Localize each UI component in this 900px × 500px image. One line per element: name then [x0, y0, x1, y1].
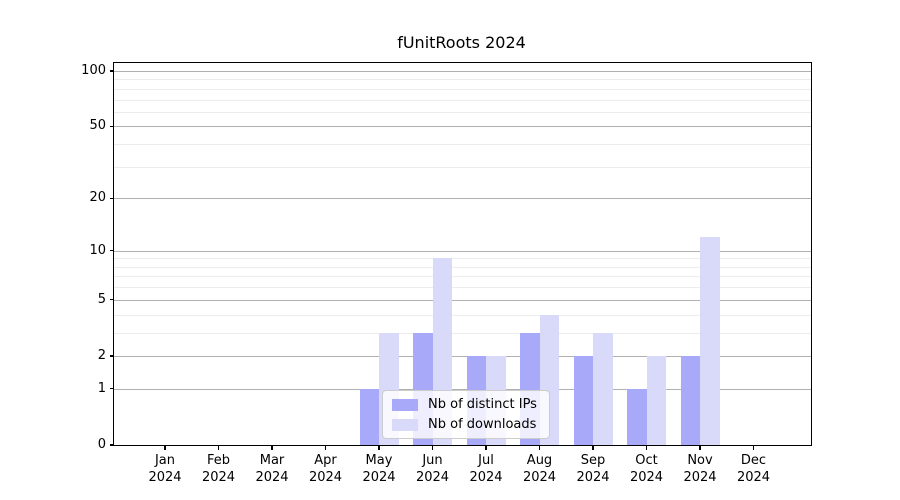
- y-axis-tick-label: 10: [60, 242, 106, 260]
- y-tick-mark: [110, 70, 115, 71]
- x-label-year: 2024: [724, 469, 784, 486]
- x-tick-mark: [218, 445, 219, 450]
- x-axis-tick-label: Apr2024: [296, 452, 356, 486]
- x-label-month: Oct: [617, 452, 677, 469]
- legend-label-distinct-ips: Nb of distinct IPs: [428, 397, 537, 412]
- gridline-major: [114, 126, 811, 127]
- gridline-minor: [114, 112, 811, 113]
- x-label-year: 2024: [617, 469, 677, 486]
- x-label-year: 2024: [135, 469, 195, 486]
- x-tick-mark: [539, 445, 540, 450]
- x-label-year: 2024: [670, 469, 730, 486]
- bar-distinct-ips: [360, 389, 380, 445]
- x-tick-mark: [271, 445, 272, 450]
- y-tick-mark: [110, 250, 115, 251]
- gridline-minor: [114, 144, 811, 145]
- x-tick-mark: [592, 445, 593, 450]
- gridline-major: [114, 198, 811, 199]
- bar-distinct-ips: [627, 389, 647, 445]
- x-label-month: Apr: [296, 452, 356, 469]
- x-axis-tick-label: Nov2024: [670, 452, 730, 486]
- x-label-year: 2024: [563, 469, 623, 486]
- x-label-year: 2024: [510, 469, 570, 486]
- bar-downloads: [593, 333, 613, 445]
- x-tick-mark: [646, 445, 647, 450]
- legend-swatch-downloads: [392, 419, 418, 431]
- x-axis-tick-label: Oct2024: [617, 452, 677, 486]
- y-tick-mark: [110, 299, 115, 300]
- x-axis-tick-label: Jan2024: [135, 452, 195, 486]
- x-tick-mark: [432, 445, 433, 450]
- y-axis-tick-label: 1: [60, 380, 106, 398]
- x-label-month: Sep: [563, 452, 623, 469]
- bar-downloads: [700, 237, 720, 445]
- x-label-month: May: [349, 452, 409, 469]
- plot-area: Nb of distinct IPs Nb of downloads 01251…: [113, 62, 812, 446]
- x-label-month: Dec: [724, 452, 784, 469]
- x-label-month: Jan: [135, 452, 195, 469]
- gridline-minor: [114, 167, 811, 168]
- y-axis-tick-label: 20: [60, 189, 106, 207]
- x-label-year: 2024: [456, 469, 516, 486]
- x-tick-mark: [485, 445, 486, 450]
- gridline-major: [114, 71, 811, 72]
- gridline-minor: [114, 79, 811, 80]
- gridline-minor: [114, 89, 811, 90]
- x-tick-mark: [164, 445, 165, 450]
- x-label-year: 2024: [242, 469, 302, 486]
- x-label-year: 2024: [189, 469, 249, 486]
- y-axis-tick-label: 0: [60, 436, 106, 454]
- y-axis-tick-label: 100: [60, 62, 106, 80]
- legend-item-distinct-ips: Nb of distinct IPs: [392, 397, 537, 412]
- x-axis-tick-label: May2024: [349, 452, 409, 486]
- x-axis-tick-label: Jul2024: [456, 452, 516, 486]
- x-tick-mark: [325, 445, 326, 450]
- y-axis-tick-label: 2: [60, 347, 106, 365]
- legend: Nb of distinct IPs Nb of downloads: [382, 390, 550, 439]
- y-tick-mark: [110, 355, 115, 356]
- y-tick-mark: [110, 444, 115, 445]
- x-tick-mark: [753, 445, 754, 450]
- legend-label-downloads: Nb of downloads: [428, 417, 536, 432]
- x-label-year: 2024: [349, 469, 409, 486]
- y-tick-mark: [110, 198, 115, 199]
- chart-title: fUnitRoots 2024: [113, 33, 810, 53]
- x-axis-tick-label: Jun2024: [403, 452, 463, 486]
- bar-downloads: [647, 356, 667, 445]
- x-label-month: Aug: [510, 452, 570, 469]
- y-axis-tick-label: 5: [60, 291, 106, 309]
- y-axis-tick-label: 50: [60, 117, 106, 135]
- x-tick-mark: [378, 445, 379, 450]
- bar-distinct-ips: [574, 356, 594, 445]
- x-label-month: Feb: [189, 452, 249, 469]
- legend-item-downloads: Nb of downloads: [392, 417, 537, 432]
- x-label-year: 2024: [296, 469, 356, 486]
- legend-swatch-distinct-ips: [392, 399, 418, 411]
- figure: fUnitRoots 2024 Nb of distinct IPs Nb of…: [0, 0, 900, 500]
- x-label-month: Mar: [242, 452, 302, 469]
- x-axis-tick-label: Feb2024: [189, 452, 249, 486]
- y-tick-mark: [110, 126, 115, 127]
- y-tick-mark: [110, 388, 115, 389]
- x-axis-tick-label: Aug2024: [510, 452, 570, 486]
- bar-distinct-ips: [681, 356, 701, 445]
- x-tick-mark: [699, 445, 700, 450]
- x-axis-tick-label: Mar2024: [242, 452, 302, 486]
- x-label-month: Nov: [670, 452, 730, 469]
- x-label-month: Jul: [456, 452, 516, 469]
- gridline-minor: [114, 100, 811, 101]
- x-label-month: Jun: [403, 452, 463, 469]
- x-axis-tick-label: Dec2024: [724, 452, 784, 486]
- x-axis-tick-label: Sep2024: [563, 452, 623, 486]
- x-label-year: 2024: [403, 469, 463, 486]
